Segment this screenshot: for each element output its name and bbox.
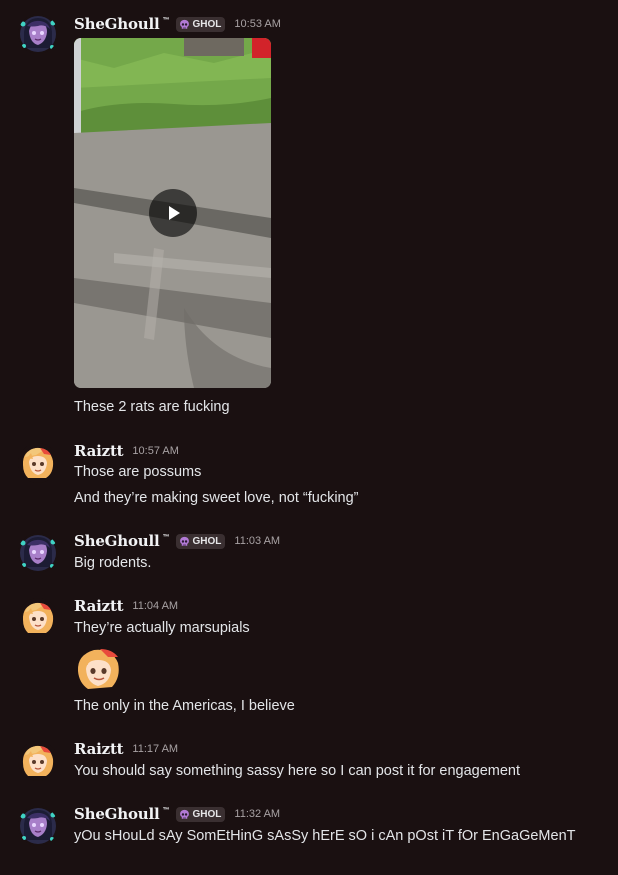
chat-messages-panel: SheGhoull ™ GHOL 10:53 AM These 2 rats a… [0, 0, 618, 875]
message-header: SheGhoull ™ GHOL 11:32 AM [74, 804, 280, 824]
guild-tag-label: GHOL [192, 808, 222, 820]
message-text: yOu sHouLd sAy SomEtHinG sAsSy hErE sO i… [74, 828, 576, 844]
username-suffix: ™ [162, 806, 170, 814]
guild-tag-badge[interactable]: GHOL [175, 806, 226, 822]
avatar[interactable] [18, 806, 58, 846]
skull-icon [179, 809, 190, 820]
username[interactable]: SheGhoull [74, 805, 160, 823]
message-group: SheGhoull ™ GHOL 11:32 AM yOu sHouLd sAy… [0, 0, 618, 875]
timestamp[interactable]: 11:32 AM [234, 808, 280, 820]
